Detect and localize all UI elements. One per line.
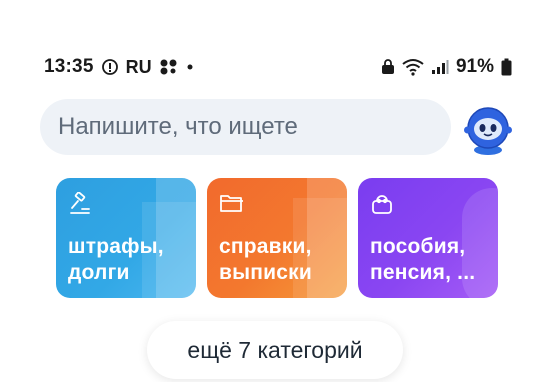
folder-icon <box>219 192 245 219</box>
category-card-documents[interactable]: справки, выписки <box>207 178 347 298</box>
status-time: 13:35 <box>44 56 94 77</box>
grid-dots-icon <box>159 58 179 76</box>
robot-assistant-icon[interactable] <box>462 104 514 156</box>
category-line: выписки <box>219 261 312 284</box>
shield-icon <box>101 58 119 76</box>
category-label-benefits: пособия, пенсия, ... <box>370 234 475 286</box>
search-placeholder: Напишите, что ищете <box>58 113 298 140</box>
category-label-fines: штрафы, долги <box>68 234 164 286</box>
status-right: 91% <box>381 56 512 78</box>
gavel-icon <box>68 191 92 221</box>
lock-icon <box>381 59 395 75</box>
category-card-benefits[interactable]: пособия, пенсия, ... <box>358 178 498 298</box>
category-card-fines[interactable]: штрафы, долги <box>56 178 196 298</box>
wifi-icon <box>402 58 424 76</box>
status-left: 13:35 RU <box>44 56 194 78</box>
signal-icon <box>431 59 449 75</box>
category-label-documents: справки, выписки <box>219 234 312 286</box>
category-line: долги <box>68 261 130 284</box>
dot-icon <box>186 63 194 71</box>
search-bar[interactable]: Напишите, что ищете <box>40 99 451 155</box>
battery-icon <box>501 58 512 76</box>
category-line: справки, <box>219 235 312 258</box>
more-categories-button[interactable]: ещё 7 категорий <box>147 321 403 379</box>
category-line: штрафы, <box>68 235 164 258</box>
status-bar: 13:35 RU 91% <box>0 52 546 84</box>
category-line: пособия, <box>370 235 466 258</box>
purse-icon <box>370 192 394 221</box>
category-line: пенсия, ... <box>370 261 476 284</box>
ru-icon: RU <box>125 56 152 77</box>
battery-percent: 91% <box>455 56 494 77</box>
